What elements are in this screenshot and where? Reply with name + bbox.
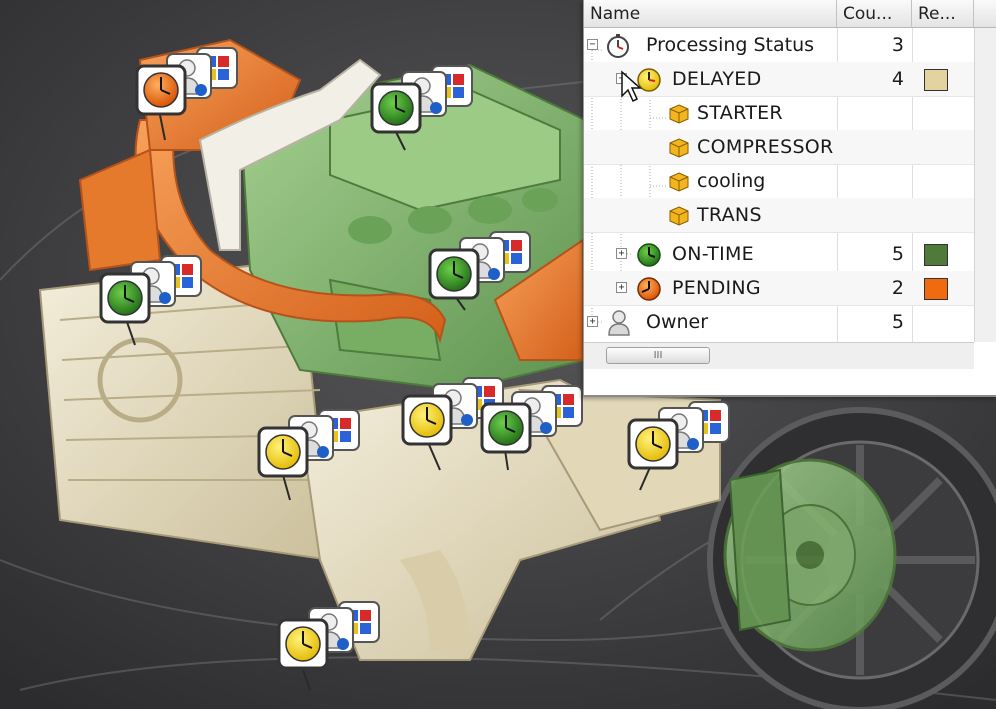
expand-toggle[interactable]: +: [587, 316, 598, 327]
vertical-scrollbar-area: [974, 28, 996, 342]
tree-row-label: ON-TIME: [672, 243, 754, 265]
delayed-clock-badge-icon: [277, 618, 329, 670]
tree-row-pending[interactable]: + PENDING 2: [584, 271, 974, 306]
collapse-toggle[interactable]: −: [587, 39, 598, 50]
column-header-count[interactable]: Cou...: [837, 0, 912, 28]
tree-row-label: Owner: [646, 311, 709, 333]
tree-row-count: 5: [891, 311, 904, 333]
tree-row-label: TRANS: [697, 204, 762, 226]
tree-row-label: COMPRESSOR: [697, 136, 834, 158]
brake-assembly: [723, 458, 897, 652]
tree-row-label: STARTER: [697, 102, 783, 124]
tree-row-label: PENDING: [672, 277, 761, 299]
cube-icon: [669, 172, 689, 192]
result-color-swatch: [924, 278, 948, 300]
tree-row-processing-status[interactable]: − Processing Status 3: [584, 28, 974, 63]
result-color-swatch: [924, 69, 948, 91]
on-time-clock-badge-icon: [428, 248, 480, 300]
tree-row-count: 3: [891, 34, 904, 56]
delayed-clock-badge-icon: [401, 394, 453, 446]
result-color-swatch: [924, 244, 948, 266]
user-icon: [608, 310, 630, 336]
pending-clock-badge-icon: [135, 64, 187, 116]
expand-toggle[interactable]: +: [616, 248, 627, 259]
column-header-filler: [974, 0, 996, 28]
orange-clock-icon: [637, 277, 661, 301]
tree-row-label: cooling: [697, 170, 766, 192]
tree-row-label: Processing Status: [646, 34, 815, 56]
green-clock-icon: [637, 243, 661, 267]
expand-toggle[interactable]: +: [616, 282, 627, 293]
column-header-name[interactable]: Name: [584, 0, 837, 28]
on-time-clock-badge-icon: [370, 82, 422, 134]
tree-row-count: 5: [891, 243, 904, 265]
mouse-pointer-icon: [621, 70, 642, 103]
cube-icon: [669, 138, 689, 158]
on-time-clock-badge-icon: [480, 402, 532, 454]
delayed-clock-badge-icon: [257, 426, 309, 478]
tree-row-label: DELAYED: [672, 68, 762, 90]
horizontal-scrollbar[interactable]: III: [584, 342, 974, 369]
cube-icon: [669, 104, 689, 124]
tree-row-count: 2: [891, 277, 904, 299]
delayed-clock-badge-icon: [627, 418, 679, 470]
scrollbar-thumb[interactable]: III: [606, 347, 710, 364]
tree-row-trans[interactable]: TRANS: [584, 198, 974, 233]
column-header-result[interactable]: Re...: [912, 0, 974, 28]
tree-row-on-time[interactable]: + ON-TIME 5: [584, 237, 974, 272]
cube-icon: [669, 206, 689, 226]
processing-status-tree-panel: Name Cou... Re... − Processing Status 3 …: [583, 0, 996, 397]
tree-row-compressor[interactable]: COMPRESSOR: [584, 130, 974, 165]
stopwatch-icon: [607, 34, 629, 58]
on-time-clock-badge-icon: [99, 272, 151, 324]
tree-row-owner[interactable]: + Owner 5: [584, 305, 974, 339]
tree-row-count: 4: [891, 68, 904, 90]
tree-row-cooling[interactable]: cooling: [584, 164, 974, 199]
